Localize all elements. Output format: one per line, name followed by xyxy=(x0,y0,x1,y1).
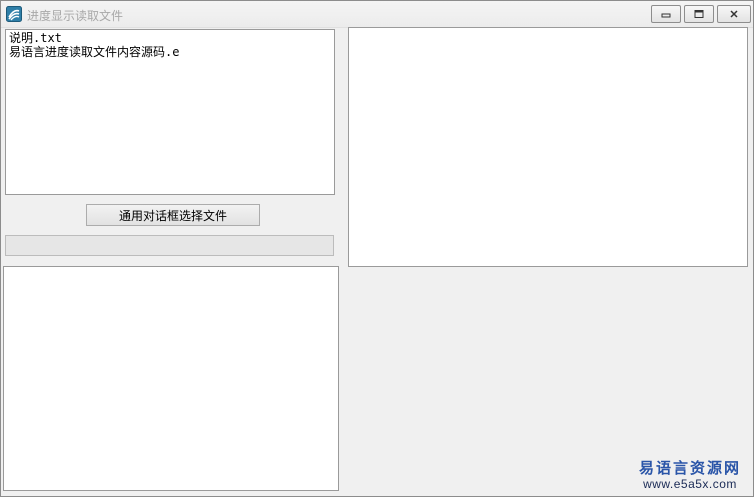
choose-file-button[interactable]: 通用对话框选择文件 xyxy=(86,204,260,226)
progress-bar xyxy=(5,235,334,256)
app-logo-icon xyxy=(6,6,22,22)
maximize-icon xyxy=(694,10,704,18)
list-item[interactable]: 易语言进度读取文件内容源码.e xyxy=(9,45,331,59)
close-icon xyxy=(730,10,738,18)
watermark-title: 易语言资源网 xyxy=(638,459,741,477)
window-title: 进度显示读取文件 xyxy=(27,9,124,23)
watermark: 易语言资源网 www.e5a5x.com xyxy=(631,459,749,492)
watermark-url: www.e5a5x.com xyxy=(643,477,737,491)
main-window: 进度显示读取文件 说明.txt 易语言进度读取文件内容源码.e 通用对话框选择文… xyxy=(0,0,754,497)
title-bar[interactable]: 进度显示读取文件 xyxy=(1,1,753,28)
file-content-textbox[interactable] xyxy=(348,27,748,267)
log-textbox[interactable] xyxy=(3,266,339,491)
minimize-icon xyxy=(661,13,671,18)
maximize-button[interactable] xyxy=(684,5,714,23)
list-item[interactable]: 说明.txt xyxy=(9,31,331,45)
file-listbox[interactable]: 说明.txt 易语言进度读取文件内容源码.e xyxy=(5,29,335,195)
minimize-button[interactable] xyxy=(651,5,681,23)
close-button[interactable] xyxy=(717,5,751,23)
